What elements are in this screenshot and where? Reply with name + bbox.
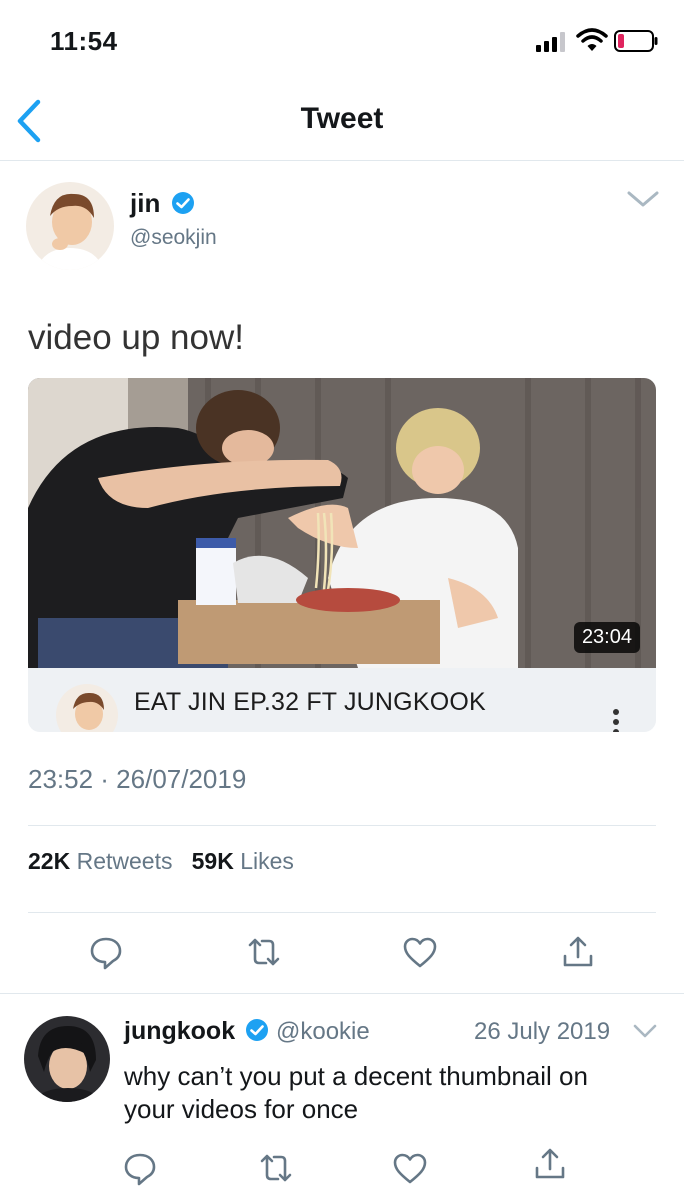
likes-count: 59K (191, 848, 234, 874)
video-info-bar[interactable]: EAT JIN EP.32 FT JUNGKOOK (28, 668, 656, 732)
retweets-label: Retweets (76, 848, 173, 874)
retweet-icon[interactable] (244, 932, 284, 972)
author-handle[interactable]: @seokjin (130, 226, 217, 250)
tweet-timestamp: 23:52 · 26/07/2019 (28, 764, 247, 794)
likes-label: Likes (240, 848, 294, 874)
page-title: Tweet (300, 102, 384, 135)
nav-divider (0, 160, 684, 161)
status-time: 11:54 (50, 26, 118, 56)
heart-icon[interactable] (390, 1148, 430, 1188)
stats-divider-bottom (28, 912, 656, 913)
reply-author-avatar[interactable] (24, 1016, 110, 1102)
retweet-icon[interactable] (256, 1148, 296, 1188)
video-title[interactable]: EAT JIN EP.32 FT JUNGKOOK (134, 688, 486, 717)
author-avatar[interactable] (26, 182, 114, 270)
video-card[interactable]: 23:04 EAT JIN EP.32 FT JUNGKOOK (28, 378, 656, 732)
retweets-count: 22K (28, 848, 71, 874)
battery-low-icon (614, 30, 658, 52)
reply-author-name[interactable]: jungkook (124, 1017, 269, 1046)
video-duration: 23:04 (573, 622, 640, 653)
verified-badge-icon (171, 192, 194, 214)
comment-bubble-icon[interactable] (120, 1148, 160, 1188)
reply-author-name-text: jungkook (124, 1017, 236, 1045)
channel-avatar[interactable] (56, 684, 118, 732)
tweet-stats: 22K Retweets 59K Likes (28, 848, 294, 875)
likes-stat[interactable]: 59K Likes (192, 848, 294, 874)
more-options-icon[interactable] (610, 708, 622, 732)
share-icon[interactable] (558, 932, 598, 972)
chevron-down-icon[interactable] (626, 188, 660, 210)
retweets-stat[interactable]: 22K Retweets (28, 848, 172, 874)
author-name[interactable]: jin (130, 188, 195, 219)
wifi-icon (576, 28, 608, 51)
reply-date: 26 July 2019 (474, 1018, 611, 1045)
cellular-signal-icon (536, 32, 565, 52)
chevron-down-icon[interactable] (632, 1022, 658, 1040)
stats-divider-top (28, 825, 656, 826)
reply-text: why can’t you put a decent thumbnail on … (124, 1061, 588, 1124)
tweet-text: video up now! (28, 318, 244, 357)
comment-bubble-icon[interactable] (86, 932, 126, 972)
verified-badge-icon (246, 1019, 269, 1041)
reply-author-handle[interactable]: @kookie (276, 1018, 370, 1046)
author-name-text: jin (130, 188, 161, 218)
heart-icon[interactable] (400, 932, 440, 972)
reply-divider (0, 993, 684, 994)
share-icon[interactable] (530, 1144, 570, 1184)
video-thumbnail[interactable] (28, 378, 656, 668)
